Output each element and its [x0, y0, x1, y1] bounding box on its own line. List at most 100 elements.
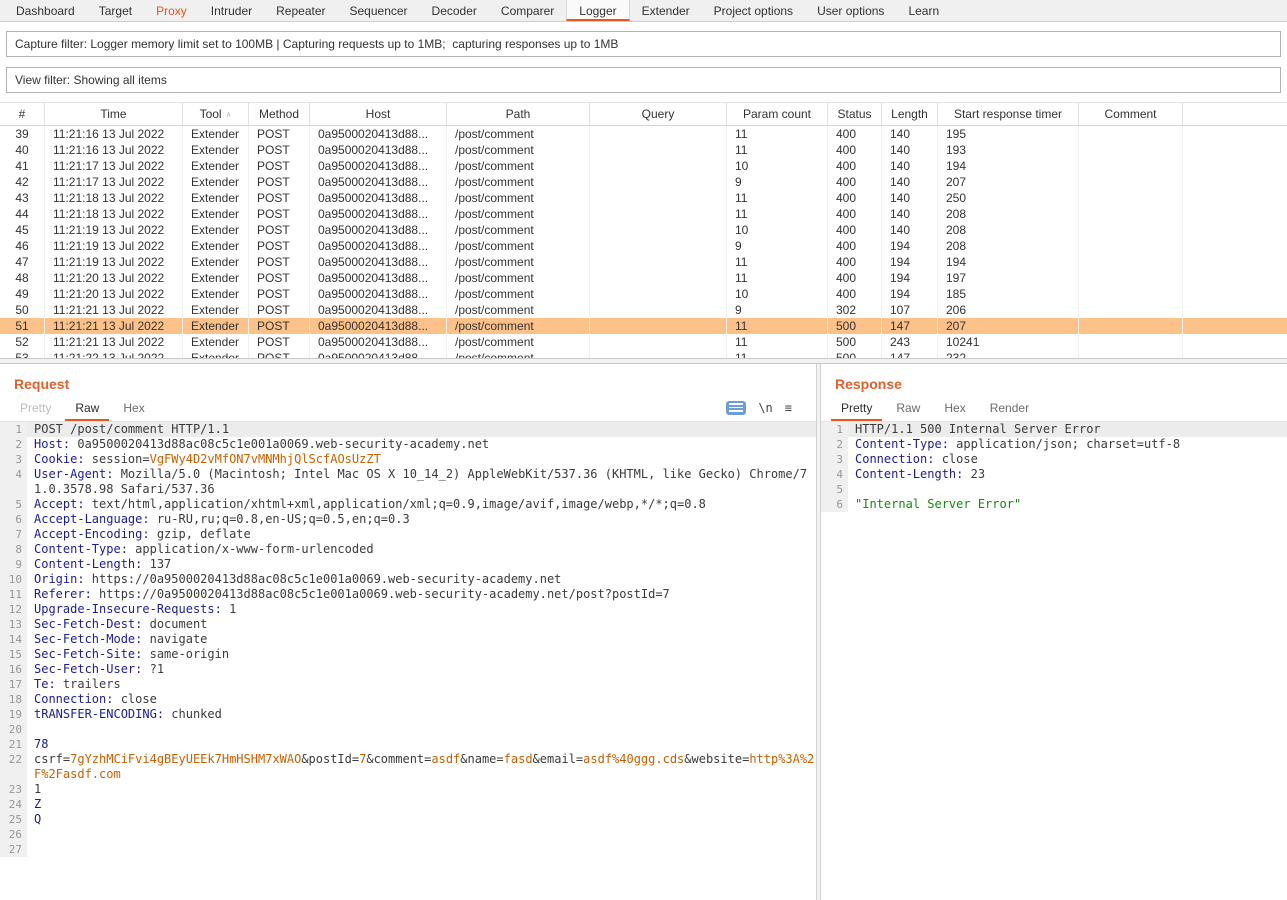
editor-line: 17Te: trailers [0, 677, 816, 692]
request-panel: Request PrettyRawHex\n≡ 1POST /post/comm… [0, 364, 816, 900]
menu-tab-logger[interactable]: Logger [566, 0, 629, 21]
log-row-51[interactable]: 5111:21:21 13 Jul 2022ExtenderPOST0a9500… [0, 318, 1287, 334]
log-row-47[interactable]: 4711:21:19 13 Jul 2022ExtenderPOST0a9500… [0, 254, 1287, 270]
menu-tab-learn[interactable]: Learn [896, 0, 951, 21]
column-header-method[interactable]: Method [249, 103, 310, 125]
cell: 197 [938, 270, 1079, 286]
line-number: 2 [0, 437, 27, 452]
editor-line: 24Z [0, 797, 816, 812]
cell: 43 [0, 190, 45, 206]
table-body[interactable]: 3911:21:16 13 Jul 2022ExtenderPOST0a9500… [0, 126, 1287, 358]
cell: 11 [727, 142, 828, 158]
code-text: User-Agent: Mozilla/5.0 (Macintosh; Inte… [27, 467, 816, 497]
line-number: 3 [821, 452, 848, 467]
code-text: Sec-Fetch-Dest: document [27, 617, 816, 632]
response-tab-render[interactable]: Render [980, 395, 1039, 421]
menu-tab-project-options[interactable]: Project options [702, 0, 805, 21]
cell: Extender [183, 254, 249, 270]
menu-tab-decoder[interactable]: Decoder [420, 0, 489, 21]
cell: 11:21:18 13 Jul 2022 [45, 206, 183, 222]
logger-table: #TimeTool∧MethodHostPathQueryParam count… [0, 102, 1287, 358]
menu-tab-proxy[interactable]: Proxy [144, 0, 199, 21]
response-tab-pretty[interactable]: Pretty [831, 395, 882, 421]
editor-line: 2Content-Type: application/json; charset… [821, 437, 1287, 452]
wrap-lines-icon[interactable] [726, 401, 746, 415]
log-row-41[interactable]: 4111:21:17 13 Jul 2022ExtenderPOST0a9500… [0, 158, 1287, 174]
menu-tab-intruder[interactable]: Intruder [199, 0, 264, 21]
menu-tab-dashboard[interactable]: Dashboard [4, 0, 87, 21]
editor-line: 3Connection: close [821, 452, 1287, 467]
response-editor[interactable]: 1HTTP/1.1 500 Internal Server Error2Cont… [821, 422, 1287, 900]
cell: 11:21:17 13 Jul 2022 [45, 158, 183, 174]
column-header-query[interactable]: Query [590, 103, 727, 125]
editor-line: 15Sec-Fetch-Site: same-origin [0, 647, 816, 662]
log-row-42[interactable]: 4211:21:17 13 Jul 2022ExtenderPOST0a9500… [0, 174, 1287, 190]
cell: Extender [183, 174, 249, 190]
column-header-path[interactable]: Path [447, 103, 590, 125]
log-row-45[interactable]: 4511:21:19 13 Jul 2022ExtenderPOST0a9500… [0, 222, 1287, 238]
cell: 195 [938, 126, 1079, 142]
cell: 11:21:16 13 Jul 2022 [45, 126, 183, 142]
code-text: HTTP/1.1 500 Internal Server Error [848, 422, 1287, 437]
column-header-host[interactable]: Host [310, 103, 447, 125]
log-row-50[interactable]: 5011:21:21 13 Jul 2022ExtenderPOST0a9500… [0, 302, 1287, 318]
cell: 400 [828, 174, 882, 190]
cell: 194 [938, 158, 1079, 174]
request-tab-pretty[interactable]: Pretty [10, 395, 61, 421]
menu-tab-extender[interactable]: Extender [630, 0, 702, 21]
cell: 140 [882, 222, 938, 238]
cell: POST [249, 142, 310, 158]
cell: 10241 [938, 334, 1079, 350]
log-row-39[interactable]: 3911:21:16 13 Jul 2022ExtenderPOST0a9500… [0, 126, 1287, 142]
cell: 11:21:16 13 Jul 2022 [45, 142, 183, 158]
cell [590, 206, 727, 222]
log-row-48[interactable]: 4811:21:20 13 Jul 2022ExtenderPOST0a9500… [0, 270, 1287, 286]
line-number: 20 [0, 722, 27, 737]
column-header-comment[interactable]: Comment [1079, 103, 1183, 125]
log-row-52[interactable]: 5211:21:21 13 Jul 2022ExtenderPOST0a9500… [0, 334, 1287, 350]
log-row-44[interactable]: 4411:21:18 13 Jul 2022ExtenderPOST0a9500… [0, 206, 1287, 222]
log-row-40[interactable]: 4011:21:16 13 Jul 2022ExtenderPOST0a9500… [0, 142, 1287, 158]
view-filter-bar[interactable]: View filter: Showing all items [6, 67, 1281, 93]
cell: 400 [828, 238, 882, 254]
log-row-43[interactable]: 4311:21:18 13 Jul 2022ExtenderPOST0a9500… [0, 190, 1287, 206]
menu-tab-repeater[interactable]: Repeater [264, 0, 337, 21]
line-number: 15 [0, 647, 27, 662]
cell: 10 [727, 222, 828, 238]
menu-tab-comparer[interactable]: Comparer [489, 0, 566, 21]
line-number: 12 [0, 602, 27, 617]
column-header-status[interactable]: Status [828, 103, 882, 125]
log-row-53[interactable]: 5311:21:22 13 Jul 2022ExtenderPOST0a9500… [0, 350, 1287, 358]
editor-menu-icon[interactable]: ≡ [785, 401, 792, 415]
response-tab-hex[interactable]: Hex [934, 395, 975, 421]
column-header-start-response-timer[interactable]: Start response timer [938, 103, 1079, 125]
cell: 194 [882, 286, 938, 302]
cell: 0a9500020413d88... [310, 158, 447, 174]
menu-tab-sequencer[interactable]: Sequencer [338, 0, 420, 21]
line-number: 5 [0, 497, 27, 512]
log-row-49[interactable]: 4911:21:20 13 Jul 2022ExtenderPOST0a9500… [0, 286, 1287, 302]
column-header-num[interactable]: # [0, 103, 45, 125]
editor-line: 2178 [0, 737, 816, 752]
cell [590, 318, 727, 334]
newline-chars-icon[interactable]: \n [758, 401, 772, 415]
column-header-length[interactable]: Length [882, 103, 938, 125]
request-tab-raw[interactable]: Raw [65, 395, 109, 421]
log-row-46[interactable]: 4611:21:19 13 Jul 2022ExtenderPOST0a9500… [0, 238, 1287, 254]
cell: POST [249, 286, 310, 302]
capture-filter-bar[interactable]: Capture filter: Logger memory limit set … [6, 31, 1281, 57]
request-tab-hex[interactable]: Hex [113, 395, 154, 421]
cell: 10 [727, 158, 828, 174]
menu-tab-user-options[interactable]: User options [805, 0, 896, 21]
column-header-time[interactable]: Time [45, 103, 183, 125]
editor-line: 26 [0, 827, 816, 842]
sort-ascending-icon: ∧ [226, 110, 232, 119]
cell: 193 [938, 142, 1079, 158]
column-header-param-count[interactable]: Param count [727, 103, 828, 125]
response-tab-raw[interactable]: Raw [886, 395, 930, 421]
column-header-tool[interactable]: Tool∧ [183, 103, 249, 125]
request-editor[interactable]: 1POST /post/comment HTTP/1.12Host: 0a950… [0, 422, 816, 900]
menu-tab-target[interactable]: Target [87, 0, 144, 21]
cell [590, 334, 727, 350]
code-text [27, 842, 816, 857]
